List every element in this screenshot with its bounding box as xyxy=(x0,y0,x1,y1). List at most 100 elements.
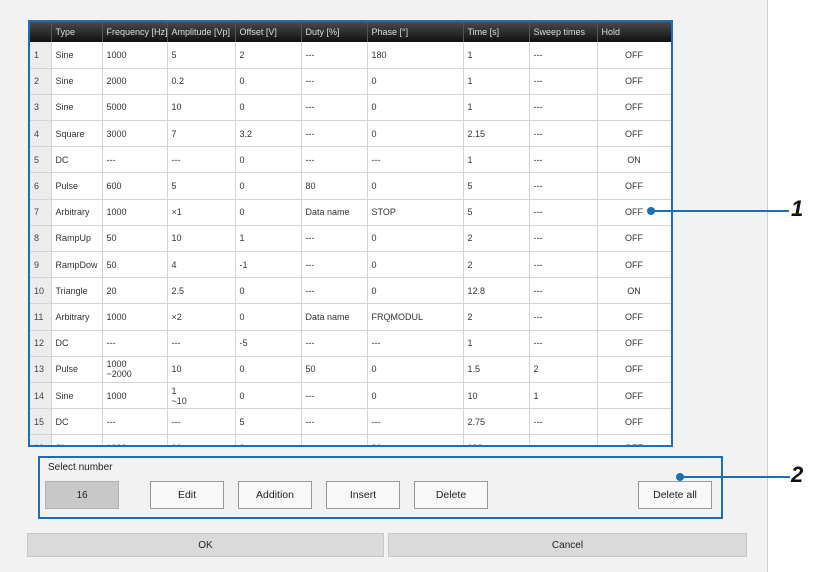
table-row[interactable]: 15 DC --- --- 5 --- --- 2.75 --- OFF xyxy=(30,408,671,436)
table-cell: Sine xyxy=(51,68,103,95)
table-cell: 1 xyxy=(463,146,530,174)
row-number-cell: 6 xyxy=(30,172,52,200)
table-cell: Sine xyxy=(51,94,103,122)
table-row[interactable]: 12 DC --- --- -5 --- --- 1 --- OFF xyxy=(30,330,671,357)
row-number-cell: 1 xyxy=(30,42,52,69)
table-cell: --- xyxy=(301,382,368,410)
table-cell: --- xyxy=(367,146,464,174)
table-cell: 0 xyxy=(367,225,464,253)
table-cell: 90 xyxy=(367,434,464,445)
table-cell: Sine xyxy=(51,42,103,69)
table-cell: ON xyxy=(597,277,671,305)
table-cell: OFF xyxy=(597,68,671,95)
table-cell: --- xyxy=(167,408,236,436)
table-cell: Sine xyxy=(51,434,103,445)
table-cell: 180 xyxy=(367,42,464,69)
table-cell: 10 xyxy=(463,382,530,410)
table-cell: 2.5 xyxy=(167,277,236,305)
table-cell: 1 xyxy=(463,330,530,357)
table-cell: --- xyxy=(529,408,598,436)
table-row[interactable]: 1 Sine 1000 5 2 --- 180 1 --- OFF xyxy=(30,42,671,69)
table-cell: OFF xyxy=(597,356,671,383)
table-cell: 0 xyxy=(367,382,464,410)
table-cell: --- xyxy=(529,68,598,95)
row-number-cell: 11 xyxy=(30,303,52,331)
table-cell: 2 xyxy=(463,303,530,331)
table-cell: OFF xyxy=(597,251,671,279)
table-cell: 0 xyxy=(367,94,464,122)
table-cell: --- xyxy=(301,408,368,436)
table-row[interactable]: 4 Square 3000 7 3.2 --- 0 2.15 --- OFF xyxy=(30,120,671,148)
table-cell: FRQMODUL xyxy=(367,303,464,331)
table-cell: --- xyxy=(529,146,598,174)
table-cell: --- xyxy=(529,225,598,253)
table-row[interactable]: 7 Arbitrary 1000 ×1 0 Data name STOP 5 --- OFF xyxy=(30,199,671,226)
table-cell: --- xyxy=(367,330,464,357)
edit-button[interactable]: Edit xyxy=(150,481,224,509)
table-cell: --- xyxy=(529,434,598,445)
column-header xyxy=(30,22,52,42)
table-row[interactable]: 2 Sine 2000 0.2 0 --- 0 1 --- OFF xyxy=(30,68,671,95)
table-cell: 0 xyxy=(367,68,464,95)
table-cell: 2 xyxy=(235,42,302,69)
table-cell: 0 xyxy=(235,277,302,305)
table-row[interactable]: 9 RampDow 50 4 -1 --- 0 2 --- OFF xyxy=(30,251,671,279)
table-cell: 4 xyxy=(167,251,236,279)
row-number-cell: 5 xyxy=(30,146,52,174)
table-cell: 0 xyxy=(367,251,464,279)
table-body: 1 Sine 1000 5 2 --- 180 1 --- OFF 2 Sine 2000 0.2 0 ---… xyxy=(30,42,671,445)
table-cell: OFF xyxy=(597,434,671,445)
table-row[interactable]: 8 RampUp 50 10 1 --- 0 2 --- OFF xyxy=(30,225,671,253)
table-cell: --- xyxy=(529,277,598,305)
table-cell: --- xyxy=(529,94,598,122)
row-number-cell: 14 xyxy=(30,382,52,410)
table-cell: 2000 xyxy=(102,68,168,95)
select-number-panel: Select number 16 Edit Addition Insert De… xyxy=(38,456,723,519)
delete-all-button[interactable]: Delete all xyxy=(638,481,712,509)
delete-button[interactable]: Delete xyxy=(414,481,488,509)
table-cell: --- xyxy=(102,146,168,174)
table-cell: OFF xyxy=(597,382,671,410)
cancel-button[interactable]: Cancel xyxy=(388,533,747,557)
table-cell: --- xyxy=(529,251,598,279)
table-cell: 0 xyxy=(235,146,302,174)
ok-button[interactable]: OK xyxy=(27,533,384,557)
table-cell: --- xyxy=(102,408,168,436)
insert-button[interactable]: Insert xyxy=(326,481,400,509)
column-header: Type xyxy=(51,22,103,42)
addition-button[interactable]: Addition xyxy=(238,481,312,509)
table-cell: 1000 xyxy=(102,434,168,445)
table-cell: 0 xyxy=(367,356,464,383)
table-cell: DC xyxy=(51,330,103,357)
table-cell: 0 xyxy=(235,303,302,331)
table-row[interactable]: 3 Sine 5000 10 0 --- 0 1 --- OFF xyxy=(30,94,671,122)
table-row[interactable]: 16Sine1000100---90100---OFF xyxy=(30,434,671,445)
table-cell: Square xyxy=(51,120,103,148)
table-row[interactable]: 13 Pulse 1000 ~2000 10 0 50 0 1.5 2 OFF xyxy=(30,356,671,383)
table-cell: --- xyxy=(301,251,368,279)
table-row[interactable]: 5 DC --- --- 0 --- --- 1 --- ON xyxy=(30,146,671,174)
table-row[interactable]: 11 Arbitrary 1000 ×2 0 Data name FRQMODUL 2 --- O… xyxy=(30,303,671,331)
table-cell: 20 xyxy=(102,277,168,305)
table-cell: 1 xyxy=(463,68,530,95)
table-cell: 50 xyxy=(301,356,368,383)
table-cell: --- xyxy=(367,408,464,436)
table-cell: --- xyxy=(529,303,598,331)
column-header: Frequency [Hz] xyxy=(102,22,168,42)
table-row[interactable]: 10 Triangle 20 2.5 0 --- 0 12.8 --- ON xyxy=(30,277,671,305)
table-row[interactable]: 14 Sine 1000 1 ~10 0 --- 0 10 1 OFF xyxy=(30,382,671,410)
table-cell: OFF xyxy=(597,408,671,436)
table-cell: STOP xyxy=(367,199,464,226)
waveform-table[interactable]: Type Frequency [Hz] Amplitude [Vp] Offset [… xyxy=(28,20,673,447)
table-cell: OFF xyxy=(597,330,671,357)
select-number-value[interactable]: 16 xyxy=(45,481,119,509)
table-cell: 1.5 xyxy=(463,356,530,383)
table-cell: 50 xyxy=(102,251,168,279)
table-row[interactable]: 6 Pulse 600 5 0 80 0 5 --- OFF xyxy=(30,172,671,200)
table-cell: DC xyxy=(51,408,103,436)
table-cell: ×2 xyxy=(167,303,236,331)
column-header: Sweep times xyxy=(529,22,598,42)
table-cell: 5 xyxy=(167,42,236,69)
table-cell: 600 xyxy=(102,172,168,200)
table-cell: 5 xyxy=(463,199,530,226)
